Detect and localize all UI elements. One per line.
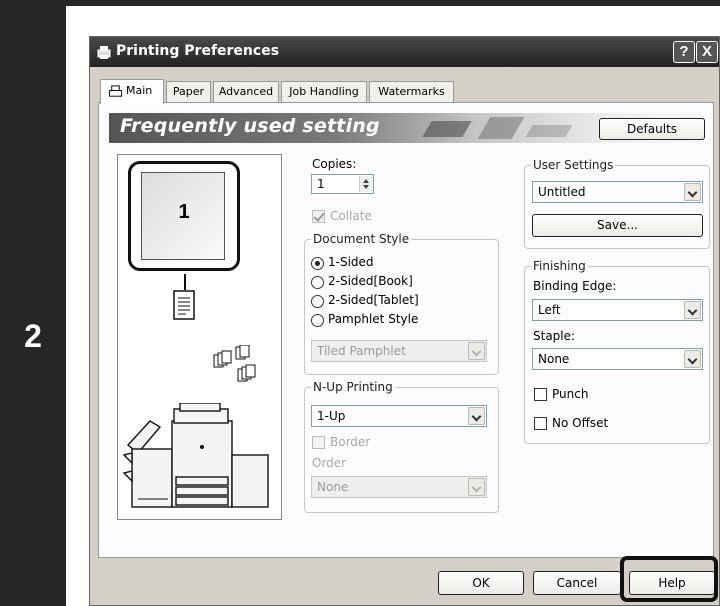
- option-1-sided: 1-Sided: [328, 255, 374, 269]
- punch-checkbox[interactable]: [534, 388, 547, 401]
- tab-main-label: Main: [126, 84, 153, 97]
- tab-printer-icon: [108, 85, 123, 97]
- page-preview-frame: 1: [128, 161, 240, 271]
- binding-edge-label: Binding Edge:: [533, 279, 617, 293]
- main-tab-panel: Frequently used setting Defaults 1 Copie…: [98, 102, 714, 558]
- print-preview: 1: [117, 154, 282, 520]
- cancel-button[interactable]: Cancel: [533, 571, 621, 595]
- option-pamphlet-style: Pamphlet Style: [328, 312, 419, 326]
- document-icon: [173, 290, 195, 320]
- stack-icon: [213, 345, 256, 382]
- banner-title: Frequently used setting: [120, 115, 380, 137]
- banner-decoration: [477, 117, 525, 139]
- document-style-label: Document Style: [311, 232, 412, 246]
- chevron-down-icon: [468, 478, 485, 496]
- nup-select[interactable]: 1-Up: [311, 405, 487, 427]
- chevron-down-icon: [468, 342, 485, 360]
- tab-advanced[interactable]: Advanced: [213, 81, 279, 103]
- close-button[interactable]: X: [696, 41, 718, 63]
- banner-decoration: [422, 121, 472, 137]
- tab-main[interactable]: Main: [100, 79, 164, 104]
- help-highlight-callout: [620, 556, 718, 602]
- printing-preferences-dialog: Printing Preferences ? X Main Paper Adva…: [89, 36, 720, 606]
- chevron-down-icon: [684, 350, 701, 368]
- punch-label: Punch: [552, 387, 589, 401]
- staple-label: Staple:: [533, 329, 576, 343]
- border-label: Border: [330, 435, 371, 449]
- chevron-down-icon: [468, 407, 485, 425]
- collate-label: Collate: [330, 209, 372, 223]
- order-select-value: None: [317, 480, 349, 494]
- nup-select-value: 1-Up: [317, 409, 346, 423]
- no-offset-checkbox[interactable]: [534, 417, 547, 430]
- banner-decoration: [525, 125, 573, 137]
- border-checkbox[interactable]: [312, 436, 325, 449]
- radio-2-sided-book[interactable]: [311, 276, 324, 289]
- radio-1-sided[interactable]: [311, 257, 324, 270]
- step-number: 2: [24, 318, 42, 354]
- tab-paper[interactable]: Paper: [166, 81, 211, 103]
- defaults-button[interactable]: Defaults: [599, 118, 705, 140]
- staple-value: None: [538, 352, 570, 366]
- page-number: 1: [178, 201, 190, 223]
- option-2-sided-book: 2-Sided[Book]: [328, 274, 413, 288]
- option-2-sided-tablet: 2-Sided[Tablet]: [328, 293, 419, 307]
- binding-edge-select[interactable]: Left: [532, 299, 703, 321]
- staple-select[interactable]: None: [532, 348, 703, 370]
- page-preview: 1: [141, 172, 225, 260]
- order-label: Order: [312, 456, 347, 470]
- chevron-down-icon: [684, 301, 701, 319]
- printer-icon: [97, 46, 111, 59]
- context-help-button[interactable]: ?: [673, 41, 695, 63]
- collate-checkbox[interactable]: [312, 210, 325, 223]
- order-select[interactable]: None: [311, 476, 487, 498]
- top-rule: [66, 0, 720, 6]
- pamphlet-select-value: Tiled Pamphlet: [317, 344, 406, 358]
- step-sidebar: 2: [0, 0, 66, 606]
- spin-arrows-icon[interactable]: [359, 176, 372, 192]
- chevron-down-icon: [684, 183, 701, 201]
- copies-value: 1: [317, 177, 325, 191]
- user-settings-select[interactable]: Untitled: [532, 181, 703, 203]
- copier-machine-icon: [122, 403, 269, 508]
- radio-pamphlet-style[interactable]: [311, 314, 324, 327]
- dialog-title: Printing Preferences: [116, 43, 280, 59]
- tab-job-handling[interactable]: Job Handling: [281, 81, 367, 103]
- no-offset-label: No Offset: [552, 416, 609, 430]
- nup-printing-label: N-Up Printing: [311, 380, 395, 394]
- tab-watermarks[interactable]: Watermarks: [369, 81, 454, 103]
- user-settings-value: Untitled: [538, 185, 586, 199]
- finishing-label: Finishing: [531, 259, 588, 273]
- binding-edge-value: Left: [538, 303, 561, 317]
- copies-spinner[interactable]: 1: [311, 174, 374, 194]
- connector-line: [184, 274, 186, 290]
- title-bar[interactable]: Printing Preferences ? X: [90, 37, 719, 67]
- ok-button[interactable]: OK: [438, 571, 524, 595]
- copies-label: Copies:: [312, 157, 357, 171]
- pamphlet-select[interactable]: Tiled Pamphlet: [311, 340, 487, 362]
- user-settings-label: User Settings: [531, 158, 616, 172]
- save-button[interactable]: Save...: [532, 214, 703, 237]
- radio-2-sided-tablet[interactable]: [311, 295, 324, 308]
